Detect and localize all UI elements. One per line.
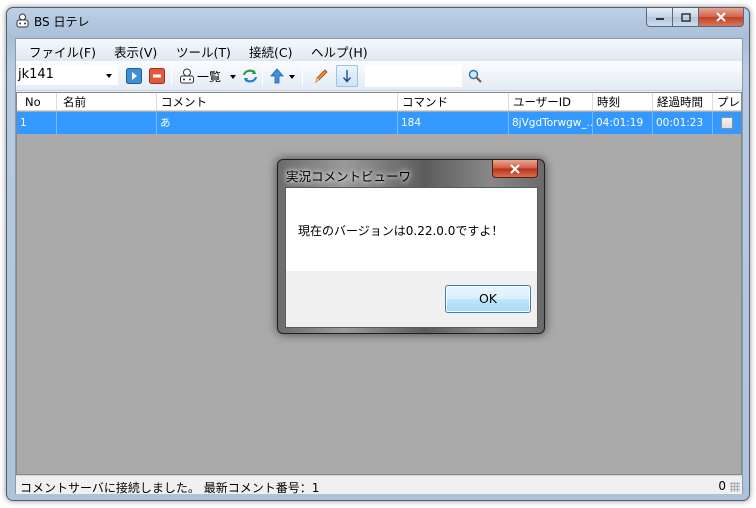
chevron-down-icon[interactable] (289, 75, 295, 79)
play-icon (126, 68, 142, 84)
scroll-up-button[interactable] (268, 67, 286, 85)
toolbar-separator (171, 66, 172, 86)
channel-value: jk141 (18, 67, 54, 82)
minimize-button[interactable] (646, 8, 673, 27)
title-bar[interactable]: BS 日テレ (7, 8, 749, 32)
status-count: 0 (718, 479, 726, 493)
dialog-close-button[interactable] (492, 160, 538, 178)
column-header-user-id[interactable]: ユーザーID (509, 93, 593, 111)
cell-no: 1 (17, 112, 57, 134)
search-input[interactable] (365, 65, 462, 87)
auto-scroll-button[interactable] (336, 65, 358, 87)
column-header-time[interactable]: 時刻 (593, 93, 653, 111)
resize-grip[interactable] (730, 482, 740, 492)
up-arrow-icon (270, 68, 284, 84)
menu-help[interactable]: ヘルプ(H) (311, 42, 368, 61)
cookie-icon (180, 68, 194, 84)
dialog-message: 現在のバージョンは0.22.0.0ですよ！ (298, 224, 504, 238)
list-label: 一覧 (197, 69, 222, 84)
column-header-premium[interactable]: プレ (713, 93, 743, 111)
close-icon (716, 12, 726, 22)
toolbar-separator (262, 66, 263, 86)
pen-button[interactable] (312, 67, 330, 85)
column-header-comment[interactable]: コメント (157, 93, 398, 111)
premium-checkbox[interactable] (721, 117, 733, 129)
channel-select[interactable]: jk141 (16, 65, 118, 85)
list-header: No 名前 コメント コマンド ユーザーID 時刻 経過時間 プレ (17, 93, 741, 111)
dialog-message-area: 現在のバージョンは0.22.0.0ですよ！ (286, 188, 537, 271)
column-header-name[interactable]: 名前 (57, 93, 157, 111)
list-dropdown-button[interactable]: 一覧 (179, 67, 227, 85)
column-header-elapsed[interactable]: 経過時間 (653, 93, 713, 111)
status-message: コメントサーバに接続しました。 最新コメント番号：1 (20, 481, 320, 495)
dialog-title: 実況コメントビューワ (286, 169, 412, 184)
close-button[interactable] (699, 8, 744, 27)
ok-button[interactable]: OK (445, 285, 531, 313)
menu-view[interactable]: 表示(V) (114, 42, 157, 61)
maximize-icon (680, 12, 691, 22)
menu-tools[interactable]: ツール(T) (176, 42, 231, 61)
column-header-no[interactable]: No (17, 93, 57, 111)
pen-icon (315, 69, 328, 83)
menu-bar: ファイル(F) 表示(V) ツール(T) 接続(C) ヘルプ(H) (16, 39, 742, 61)
column-header-command[interactable]: コマンド (398, 93, 509, 111)
maximize-button[interactable] (673, 8, 699, 27)
stop-button[interactable] (148, 67, 166, 85)
cell-command: 184 (398, 112, 509, 134)
toolbar-separator (302, 66, 303, 86)
message-dialog: 実況コメントビューワ 現在のバージョンは0.22.0.0ですよ！ OK (277, 159, 545, 334)
minimize-icon (655, 18, 664, 20)
table-row[interactable]: 1 あ 184 8jVgdTorwgw_... 04:01:19 00:01:2… (17, 112, 741, 134)
play-button[interactable] (125, 67, 143, 85)
cell-user-id: 8jVgdTorwgw_... (509, 112, 593, 134)
menu-file[interactable]: ファイル(F) (29, 42, 96, 61)
cell-comment: あ (157, 112, 398, 134)
stop-icon (149, 68, 165, 84)
caption-buttons (646, 8, 744, 28)
down-arrow-icon (342, 70, 352, 83)
refresh-button[interactable] (241, 67, 259, 85)
search-button[interactable] (466, 67, 484, 85)
chevron-down-icon[interactable] (230, 75, 236, 79)
cell-name (57, 112, 157, 134)
status-bar: コメントサーバに接続しました。 最新コメント番号：1 0 (16, 475, 742, 495)
cell-elapsed: 00:01:23 (653, 112, 713, 134)
app-icon (16, 13, 29, 28)
refresh-icon (242, 69, 258, 83)
toolbar: jk141 一覧 (16, 61, 742, 91)
dialog-body: 現在のバージョンは0.22.0.0ですよ！ OK (285, 187, 538, 328)
search-icon (468, 69, 482, 83)
window-title: BS 日テレ (34, 15, 90, 29)
chevron-down-icon (106, 74, 112, 78)
cell-time: 04:01:19 (593, 112, 653, 134)
close-icon (510, 163, 520, 174)
menu-connect[interactable]: 接続(C) (249, 42, 292, 61)
